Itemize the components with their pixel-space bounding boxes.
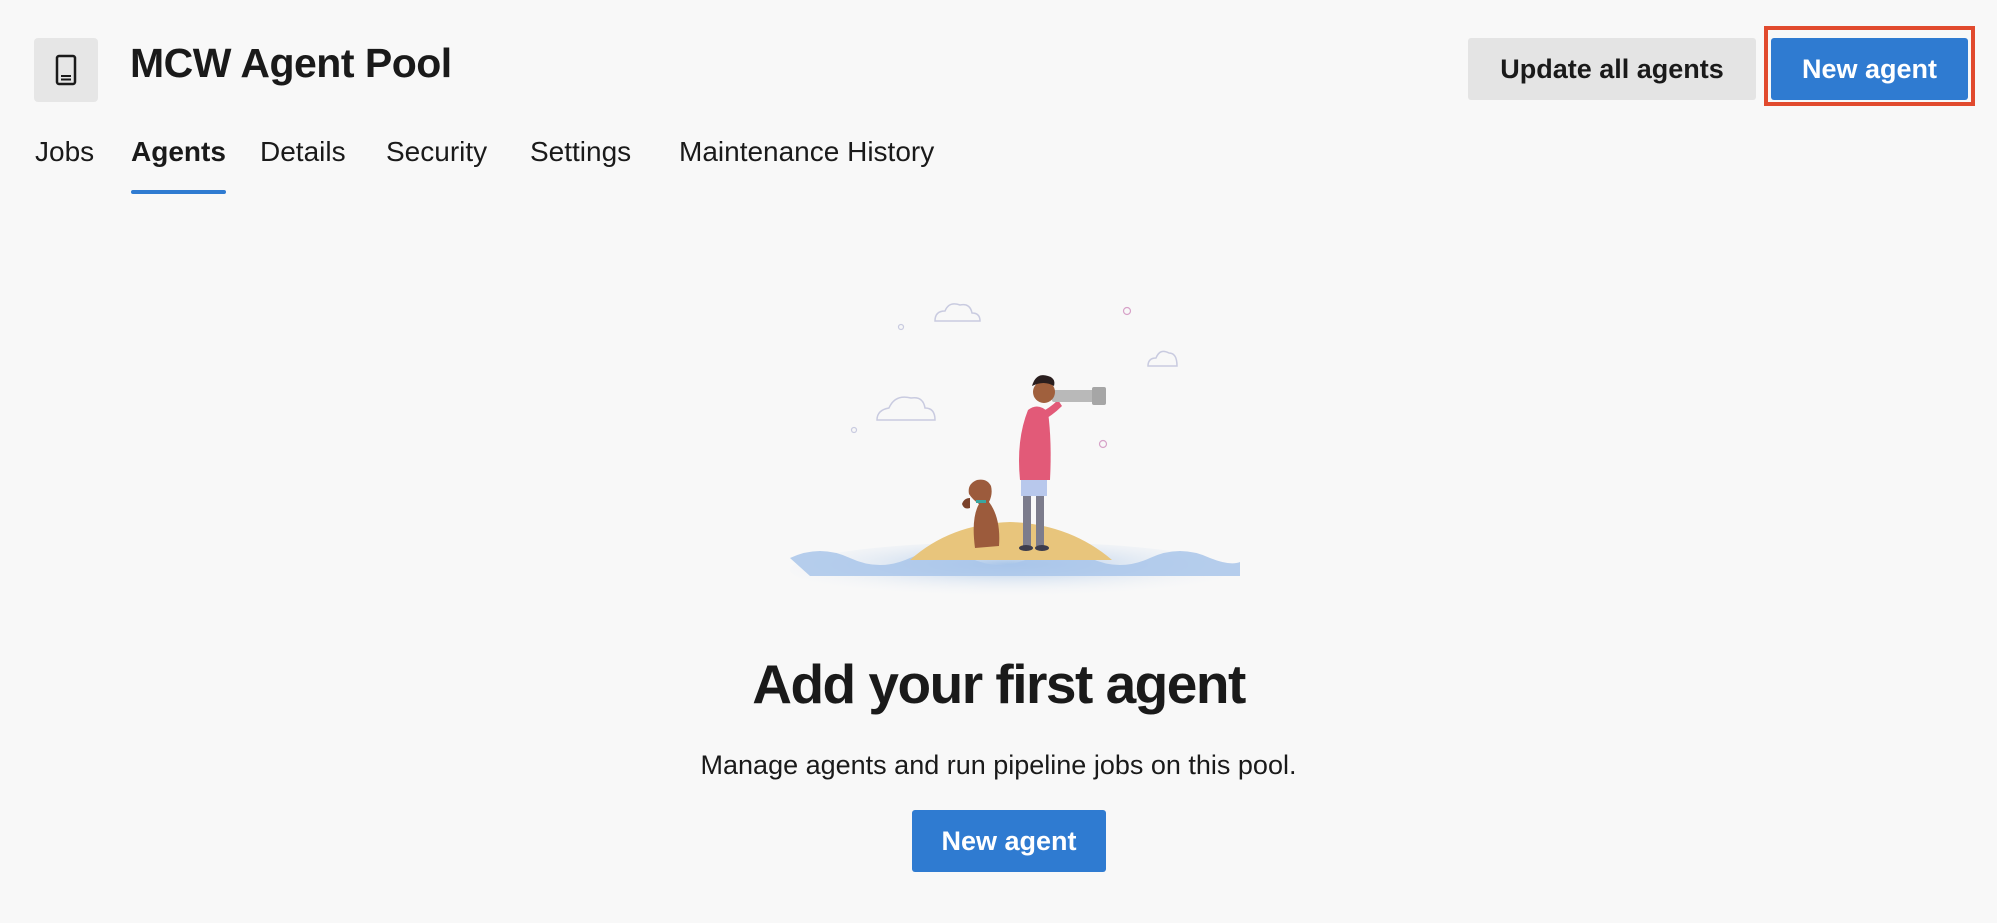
tab-jobs[interactable]: Jobs (35, 130, 94, 194)
tab-maintenance-history[interactable]: Maintenance History (679, 130, 934, 194)
tab-details[interactable]: Details (260, 130, 346, 194)
page-title: MCW Agent Pool (130, 40, 452, 86)
tab-settings[interactable]: Settings (530, 130, 631, 194)
device-icon (55, 54, 77, 86)
empty-state-new-agent-button[interactable]: New agent (912, 810, 1106, 872)
new-agent-button[interactable]: New agent (1771, 38, 1968, 100)
agent-pool-page: MCW Agent Pool Update all agents New age… (0, 0, 1997, 923)
tab-security[interactable]: Security (386, 130, 487, 194)
empty-state-illustration (780, 290, 1240, 610)
empty-state-title: Add your first agent (752, 653, 1246, 715)
person-telescope-dog-island-illustration (790, 303, 1240, 598)
tab-agents[interactable]: Agents (131, 130, 226, 194)
agent-pool-icon (34, 38, 98, 102)
update-all-agents-button[interactable]: Update all agents (1468, 38, 1756, 100)
tab-bar: Jobs Agents Details Security Settings Ma… (0, 130, 1000, 200)
empty-state-description: Manage agents and run pipeline jobs on t… (700, 750, 1297, 780)
